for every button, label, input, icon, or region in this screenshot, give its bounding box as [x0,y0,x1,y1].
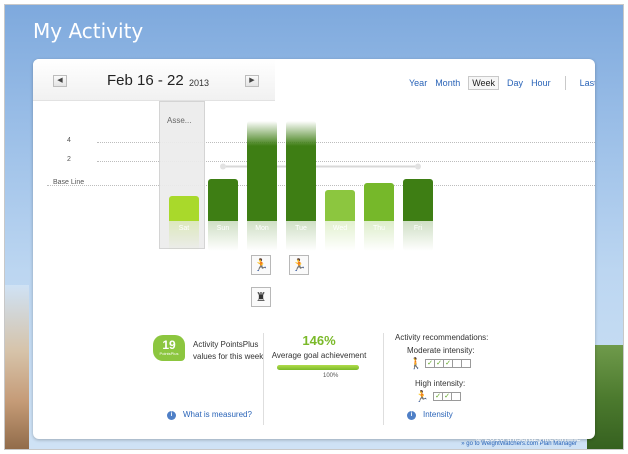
tab-hour[interactable]: Hour [531,78,551,88]
tab-day[interactable]: Day [507,78,523,88]
watermark-text: © 2013 thiscrazylifeofmine [475,433,581,443]
points-value: 19 [162,338,176,352]
date-range-label: Feb 16 - 22 [107,72,184,89]
next-week-button[interactable]: ▶ [245,75,259,87]
divider [263,333,264,425]
chart-bar[interactable] [208,179,238,221]
chart-bar[interactable] [364,182,394,221]
points-description: Activity PointsPlus values for this week [193,339,263,363]
weekly-stats: 19 PointsPlus Activity PointsPlus values… [33,325,595,435]
running-icon[interactable]: 🏃 [251,255,271,275]
range-tabs: Year Month Week Day Hour Last [409,76,595,90]
points-badge: 19 PointsPlus [153,335,185,361]
goal-label: Average goal achievement [271,351,367,360]
x-tick-label: Thu [372,225,386,232]
goal-progress-bar [277,365,359,370]
right-triangle-icon: ▶ [249,77,255,84]
running-figure-icon: 🏃 [415,391,429,403]
what-is-measured-link[interactable]: What is measured? [183,410,252,419]
app-frame: My Activity ◀ Feb 16 - 22 2013 ▶ Year Mo… [4,4,624,450]
walking-icon: 🚶 [409,358,423,370]
tab-month[interactable]: Month [435,78,460,88]
goal-percentage: 146% [302,333,336,348]
divider [383,333,384,425]
intensity-link[interactable]: Intensity [423,410,453,419]
x-tick-label: Wed [332,225,348,232]
info-icon[interactable]: i [167,411,176,420]
goal-progress-fill [277,365,359,370]
chart-bar[interactable] [247,121,277,221]
empty-box [451,392,461,401]
x-tick-label: Sat [178,225,190,232]
points-badge-sub: PointsPlus [159,351,179,356]
x-tick-label: Fri [413,225,423,232]
prev-week-button[interactable]: ◀ [53,75,67,87]
empty-box [461,359,471,368]
chart-bar[interactable] [169,195,199,221]
background-photo-left [5,285,29,449]
average-line-endpoint [220,163,226,170]
goal-mark-label: 100% [323,373,339,379]
high-intensity-label: High intensity: [415,379,466,388]
date-year-label: 2013 [189,78,210,88]
tab-separator [564,76,566,90]
running-icon[interactable]: 🏃 [289,255,309,275]
activity-panel: ◀ Feb 16 - 22 2013 ▶ Year Month Week Day… [33,59,595,439]
tab-week[interactable]: Week [468,76,500,90]
strength-icon[interactable]: ♜ [251,287,271,307]
recommendations-title: Activity recommendations: [395,333,489,342]
x-tick-label: Mon [255,225,269,232]
points-line-2: values for this week [193,352,264,361]
average-line-endpoint [415,163,421,170]
moderate-intensity-label: Moderate intensity: [407,346,475,355]
chart-bar[interactable] [403,179,433,221]
x-tick-label: Tue [295,225,307,232]
page-title: My Activity [33,19,144,43]
info-icon[interactable]: i [407,411,416,420]
moderate-checkboxes: ✓ ✓ ✓ [425,359,471,368]
last-link[interactable]: Last [580,78,595,88]
high-checkboxes: ✓ ✓ [433,392,461,401]
tab-year[interactable]: Year [409,78,427,88]
x-tick-label: Sun [216,225,230,232]
left-triangle-icon: ◀ [57,77,63,84]
points-line-1: Activity PointsPlus [193,340,259,349]
activity-chart: 4 2 Base Line Asse... Sat Sun Mon Tue Wed Thu… [33,101,595,261]
chart-bar[interactable] [286,121,316,221]
chart-bar[interactable] [325,190,355,221]
date-navigator: ◀ Feb 16 - 22 2013 ▶ [33,59,275,101]
